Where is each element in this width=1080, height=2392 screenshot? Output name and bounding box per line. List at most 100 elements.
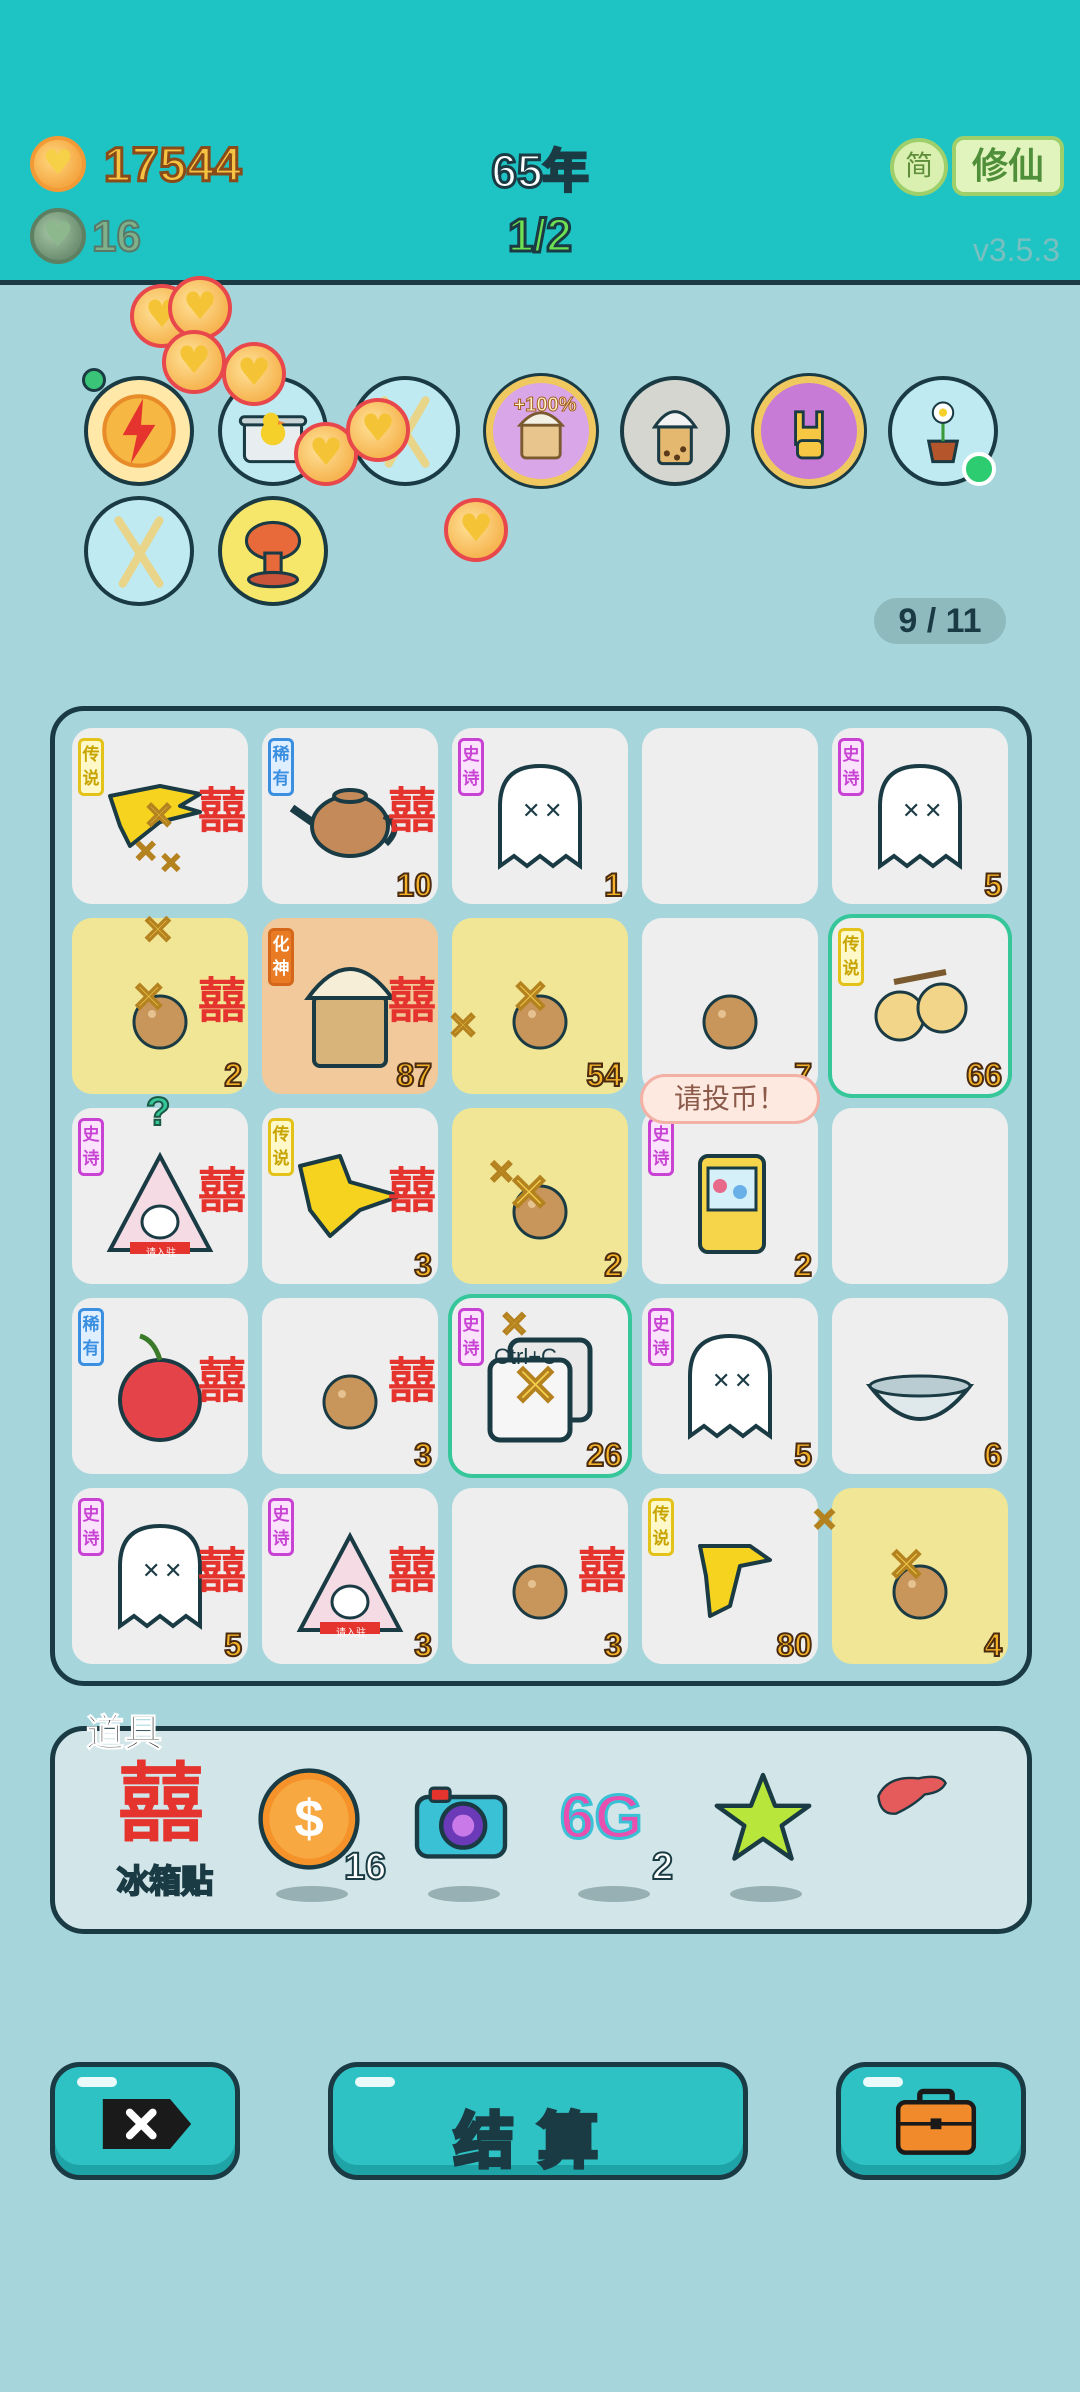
coin-item-count: 16 — [343, 1845, 387, 1889]
board-cell[interactable] — [832, 1108, 1008, 1284]
rarity-badge: 稀有 — [268, 738, 294, 796]
item-star[interactable] — [708, 1764, 828, 1902]
heart-coin-icon — [30, 136, 86, 192]
cell-value: 3 — [413, 1626, 433, 1664]
board-cell[interactable]: 史诗 26 Ctrl+C ✕ ✕ — [452, 1298, 628, 1474]
double-happiness-mark: 囍 — [577, 1545, 626, 1598]
button-shine — [77, 2077, 117, 2087]
button-shine — [355, 2077, 395, 2087]
backspace-x-icon — [102, 2099, 192, 2149]
cell-value: 2 — [603, 1246, 623, 1284]
floating-coin-icon — [444, 498, 508, 562]
board-cell[interactable]: 囍3 — [452, 1488, 628, 1664]
cultivate-button[interactable]: 修仙 — [952, 136, 1064, 196]
item-shadow — [730, 1886, 802, 1902]
svg-text:$: $ — [294, 1790, 323, 1849]
board-cell[interactable]: 7 — [642, 918, 818, 1094]
board-cell[interactable]: ✕ ✕ 史诗 1 — [452, 728, 628, 904]
item-shadow — [428, 1886, 500, 1902]
relic-boba-boost[interactable] — [486, 376, 596, 486]
board-cell[interactable]: 稀有囍 — [72, 1298, 248, 1474]
question-mark: ? — [145, 1089, 171, 1135]
relic-chopsticks-2[interactable] — [84, 496, 194, 606]
liver-icon — [877, 1775, 947, 1815]
board-cell[interactable]: 54 ✕ ✕ — [447, 918, 628, 1094]
board-cell[interactable]: 传说 66 — [832, 918, 1008, 1094]
board-cell[interactable]: 6 — [832, 1298, 1008, 1474]
board-cell[interactable]: ✕ ✕ 史诗 5 — [832, 728, 1008, 904]
rarity-badge: 史诗 — [78, 1118, 104, 1176]
board-cell[interactable]: 史诗 2 — [642, 1108, 818, 1284]
board-cell[interactable] — [642, 728, 818, 904]
svg-text:✕: ✕ — [522, 799, 540, 824]
destroy-x-icon: ✕ — [159, 848, 183, 878]
board-cell[interactable]: 2 ✕ ✕ — [452, 1108, 628, 1284]
destroy-x-icon: ✕ — [887, 1541, 926, 1590]
xi-glyph: 囍 — [118, 1756, 204, 1852]
board-cell[interactable]: 化神囍 87 — [262, 918, 438, 1094]
rock-hand-icon — [794, 410, 824, 460]
inventory-button[interactable] — [836, 2062, 1026, 2180]
destroy-x-icon: ✕ — [133, 836, 159, 867]
settle-button[interactable]: 结算 — [328, 2062, 748, 2180]
item-fridge-magnet[interactable]: 囍 冰箱贴 — [104, 1756, 224, 1900]
svg-text:✕: ✕ — [902, 799, 920, 824]
tent-sign-label: 请入驻 — [146, 1248, 176, 1259]
board-cell[interactable]: 传说囍 3 — [262, 1108, 438, 1284]
double-happiness-mark: 囍 — [387, 1545, 436, 1598]
gray-coin-counter: 16 — [91, 211, 142, 262]
milk-tea-icon — [651, 410, 699, 466]
rarity-badge: 史诗 — [648, 1308, 674, 1366]
cell-value: 2 — [223, 1056, 243, 1094]
gacha-machine-icon — [698, 1154, 766, 1254]
destroy-x-icon: ✕ — [511, 1354, 560, 1417]
item-camera[interactable] — [406, 1764, 526, 1902]
relic-page-indicator[interactable]: 9 / 11 — [874, 598, 1006, 644]
cell-value: 6 — [983, 1436, 1003, 1474]
rarity-badge: 传说 — [78, 738, 104, 796]
cell-value: 87 — [395, 1056, 433, 1094]
svg-text:✕: ✕ — [142, 1559, 160, 1584]
destroy-x-icon: ✕ — [811, 1504, 838, 1537]
item-liver[interactable] — [862, 1764, 982, 1884]
settle-label: 结算 — [452, 2106, 622, 2177]
svg-text:✕: ✕ — [734, 1369, 752, 1394]
cell-value: 3 — [413, 1246, 433, 1284]
board-cell[interactable]: 囍 2 ✕ ✕ — [72, 911, 248, 1094]
board-cell[interactable]: 4 ✕ ✕ — [811, 1488, 1008, 1664]
ghost-icon: ✕ ✕ — [688, 1333, 772, 1440]
relic-milk-tea[interactable] — [620, 376, 730, 486]
remove-button[interactable] — [50, 2062, 240, 2180]
board-cell[interactable]: ✕ ✕ 史诗 5 — [642, 1298, 818, 1474]
cell-value: 4 — [983, 1626, 1003, 1664]
double-happiness-mark: 囍 — [387, 785, 436, 838]
ghost-icon: ✕ ✕ — [498, 763, 582, 870]
double-happiness-mark: 囍 — [387, 1355, 436, 1408]
double-happiness-mark: 囍 — [197, 975, 246, 1028]
destroy-x-icon: ✕ — [447, 1005, 479, 1046]
board-cell[interactable]: 传说囍 ✕ ✕ ✕ — [72, 728, 248, 904]
briefcase-icon — [895, 2088, 977, 2155]
6g-label: 6G — [559, 1782, 645, 1854]
destroy-x-icon: ✕ — [143, 795, 175, 836]
cell-value: 66 — [965, 1056, 1003, 1094]
items-title: 道具 — [85, 1713, 163, 1756]
relic-rock-hand[interactable] — [754, 376, 864, 486]
relic-lightning[interactable] — [84, 376, 194, 486]
board-cell[interactable]: ✕ ✕ 史诗囍 5 — [72, 1488, 248, 1664]
board-cell[interactable]: 传说 80 — [642, 1488, 818, 1664]
star-icon — [714, 1772, 812, 1861]
board-cell[interactable]: 囍3 — [262, 1298, 438, 1474]
board-cell[interactable]: 稀有囍 10 — [262, 728, 438, 904]
double-happiness-mark: 囍 — [197, 1165, 246, 1218]
rarity-badge: 史诗 — [458, 1308, 484, 1366]
relic-mushroom-cloud[interactable] — [218, 496, 328, 606]
destroy-x-icon: ✕ — [141, 910, 175, 952]
board-cell[interactable]: 史诗囍 3 请入驻 — [262, 1488, 438, 1664]
svg-text:✕: ✕ — [544, 799, 562, 824]
cell-value: 5 — [983, 866, 1003, 904]
rarity-badge: 传说 — [838, 928, 864, 986]
simplified-chinese-toggle[interactable]: 简 — [890, 138, 948, 196]
svg-text:✕: ✕ — [164, 1559, 182, 1584]
cell-value: 5 — [223, 1626, 243, 1664]
